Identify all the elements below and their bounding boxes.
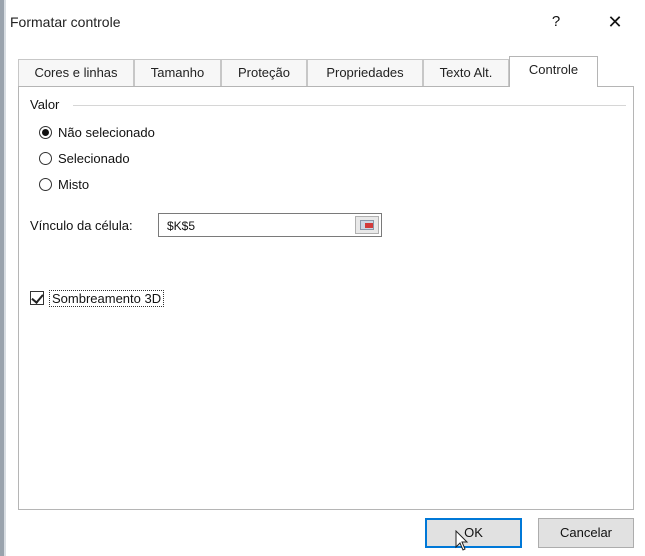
radio-selected-dot — [42, 128, 49, 136]
cancel-button[interactable]: Cancelar — [538, 518, 634, 548]
radio-indicator[interactable] — [39, 151, 52, 165]
ok-button[interactable]: OK — [425, 518, 522, 548]
radio-label: Selecionado — [58, 150, 130, 166]
range-select-button[interactable] — [355, 216, 379, 234]
tab-propriedades[interactable]: Propriedades — [307, 59, 423, 86]
radio-label: Não selecionado — [58, 124, 155, 140]
radio-nao-selecionado[interactable]: Não selecionado — [39, 122, 155, 142]
radio-misto[interactable]: Misto — [39, 174, 89, 194]
tab-protecao[interactable]: Proteção — [221, 59, 307, 86]
checkmark-icon — [31, 291, 44, 304]
group-divider — [73, 105, 626, 106]
close-button[interactable]: ✕ — [595, 8, 635, 36]
radio-label: Misto — [58, 176, 90, 192]
shading-3d-label: Sombreamento 3D — [49, 289, 165, 307]
tab-controle[interactable]: Controle — [509, 56, 598, 87]
radio-indicator[interactable] — [39, 125, 52, 139]
cell-link-input[interactable]: $K$5 — [158, 213, 382, 237]
shading-3d-checkbox-row[interactable]: Sombreamento 3D — [30, 287, 165, 309]
range-select-arrow-icon — [365, 223, 373, 228]
tab-cores-e-linhas[interactable]: Cores e linhas — [18, 59, 134, 86]
dialog-title: Formatar controle — [10, 14, 121, 30]
help-button[interactable]: ? — [538, 8, 574, 36]
shading-3d-checkbox[interactable] — [30, 291, 44, 305]
tab-texto-alt[interactable]: Texto Alt. — [423, 59, 509, 86]
cell-link-value: $K$5 — [167, 219, 196, 233]
tab-tamanho[interactable]: Tamanho — [134, 59, 221, 86]
radio-selecionado[interactable]: Selecionado — [39, 148, 130, 168]
radio-indicator[interactable] — [39, 177, 52, 191]
mouse-cursor-icon — [455, 530, 469, 551]
cell-link-label: Vínculo da célula: — [30, 218, 133, 233]
window-left-edge-shadow — [4, 0, 6, 556]
group-label-valor: Valor — [30, 97, 60, 112]
